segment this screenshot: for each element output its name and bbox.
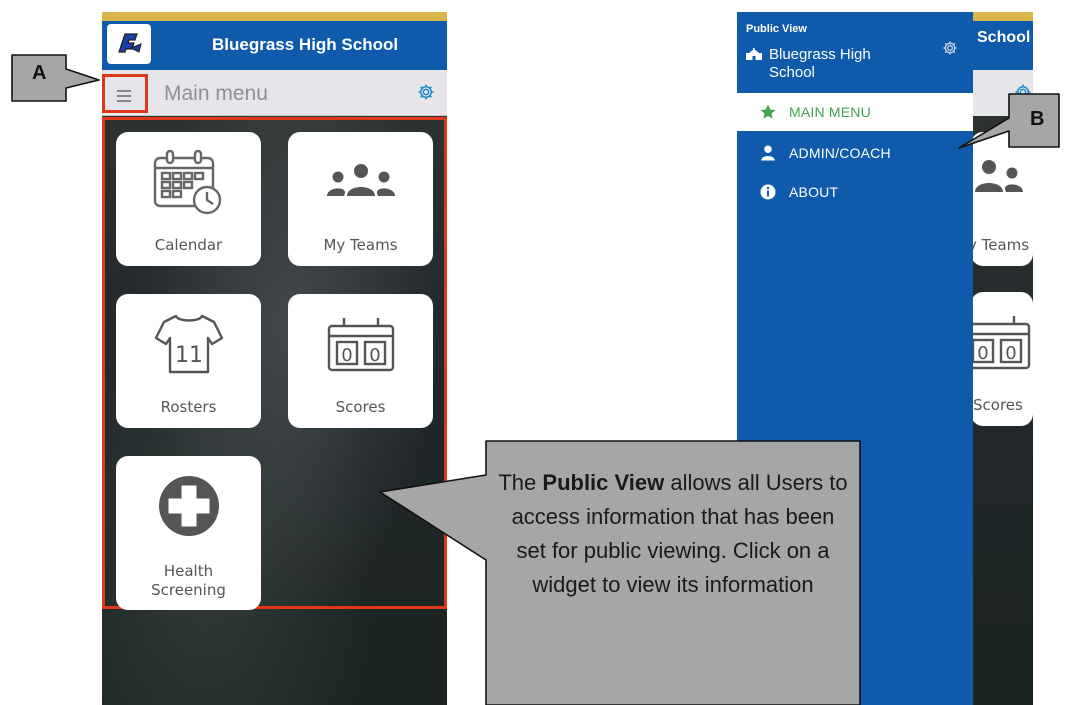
drawer-caption: Public View: [746, 23, 807, 35]
scoreboard-icon: 0 0: [327, 318, 394, 372]
svg-text:0: 0: [977, 343, 988, 364]
scores-tile-partial: 0 0 Scores: [971, 292, 1033, 426]
app-header: Bluegrass High School: [102, 21, 447, 70]
svg-text:0: 0: [369, 345, 380, 366]
info-icon: [760, 184, 776, 200]
person-icon: [761, 145, 775, 161]
calendar-label: Calendar: [154, 236, 223, 254]
gear-icon[interactable]: [942, 40, 958, 56]
health-cross-icon: [158, 476, 219, 536]
my-teams-tile-partial: y Teams: [971, 132, 1033, 266]
menu-button[interactable]: [102, 74, 148, 113]
scoreboard-icon: 0 0: [971, 316, 1031, 370]
drawer-school-name: Bluegrass High School: [769, 46, 871, 81]
toolbar-title: Main menu: [164, 82, 268, 105]
school-logo-icon: [118, 33, 142, 53]
health-screening-tile[interactable]: Health Screening: [116, 456, 261, 610]
hamburger-icon: [117, 90, 131, 105]
calendar-tile[interactable]: Calendar: [116, 132, 261, 266]
callout-a-label: A: [32, 62, 47, 84]
health-screening-label: Health Screening: [151, 562, 226, 599]
star-icon: [760, 104, 776, 119]
widget-area: Calendar My Teams 11 Rosters 0 0 Scores …: [102, 116, 447, 705]
my-teams-label: My Teams: [323, 236, 398, 254]
calendar-icon: [153, 149, 221, 215]
jersey-icon: 11: [154, 314, 223, 374]
callout-b-label: B: [1030, 108, 1045, 130]
scores-label-fragment: Scores: [973, 396, 1023, 414]
gear-icon: [1015, 84, 1031, 100]
gear-icon[interactable]: [417, 83, 435, 101]
scores-label: Scores: [335, 398, 386, 416]
public-view-callout-text: The Public View allows all Users to acce…: [498, 470, 848, 597]
svg-text:0: 0: [1005, 343, 1016, 364]
my-teams-tile[interactable]: My Teams: [288, 132, 433, 266]
drawer-item-main-menu[interactable]: MAIN MENU: [737, 93, 973, 131]
drawer-item-admin-coach[interactable]: ADMIN/COACH: [737, 134, 973, 172]
scores-tile[interactable]: 0 0 Scores: [288, 294, 433, 428]
callout-a-box: [11, 54, 100, 102]
main-toolbar: Main menu: [102, 70, 447, 116]
header-accent-strip: [102, 12, 447, 21]
team-icon: [975, 160, 1023, 192]
header-accent-strip: [973, 12, 1033, 21]
school-logo: [107, 24, 151, 64]
my-teams-label-fragment: y Teams: [971, 236, 1030, 254]
rosters-label: Rosters: [160, 398, 217, 416]
app-title-fragment: School: [977, 29, 1031, 46]
svg-text:0: 0: [341, 345, 352, 366]
school-building-icon: [746, 48, 762, 60]
team-icon: [326, 164, 395, 196]
drawer-item-about[interactable]: ABOUT: [737, 173, 973, 211]
rosters-tile[interactable]: 11 Rosters: [116, 294, 261, 428]
app-title: Bluegrass High School: [212, 35, 399, 54]
svg-text:11: 11: [175, 343, 203, 368]
public-view-main-screen: Bluegrass High School Main menu Calendar…: [102, 12, 447, 705]
